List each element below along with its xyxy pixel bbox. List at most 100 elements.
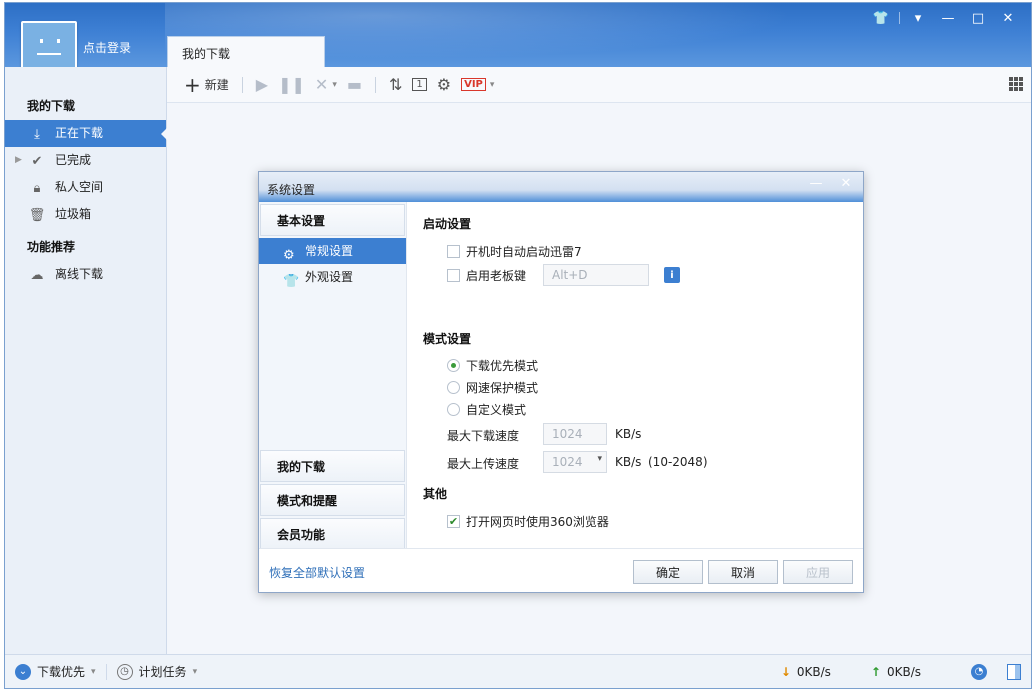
- one-icon: 1: [412, 78, 427, 91]
- download-speed: ↓ 0KB/s: [771, 665, 841, 679]
- max-upload-value: 1024: [552, 455, 583, 469]
- check-icon: ✔: [31, 153, 43, 169]
- chevron-down-icon: ▾: [332, 79, 337, 90]
- autostart-label: 开机时自动启动迅雷7: [466, 245, 582, 259]
- app-window: 👕 ▾ — □ ✕ 点击登录 我的下载 + 新建 ▶ ❚❚ ✕ ▾ ▬ ⇅ 1 ⚙…: [4, 2, 1032, 689]
- settings-button[interactable]: ⚙: [432, 73, 456, 97]
- open-folder-button[interactable]: ▬: [342, 73, 367, 97]
- apply-button[interactable]: 应用: [783, 560, 853, 584]
- browser360-label: 打开网页时使用360浏览器: [466, 515, 609, 529]
- close-icon[interactable]: ✕: [835, 176, 857, 191]
- browser360-option[interactable]: ✔ 打开网页时使用360浏览器: [447, 513, 609, 530]
- mode-option-label: 下载优先模式: [466, 359, 539, 373]
- sidebar-item-label: 已完成: [55, 153, 92, 167]
- dialog-title-bar: 系统设置 — ✕: [259, 172, 863, 202]
- panel-icon: [1007, 663, 1021, 680]
- close-icon[interactable]: ✕: [993, 9, 1023, 27]
- max-upload-unit: KB/s: [615, 455, 642, 469]
- delete-icon: ✕: [314, 75, 329, 94]
- mode-option-label: 网速保护模式: [466, 381, 539, 395]
- gear-icon: ⚙: [436, 75, 452, 94]
- priority-label: 下载优先: [37, 665, 86, 679]
- tab-my-downloads[interactable]: 我的下载: [167, 36, 325, 68]
- new-button[interactable]: + 新建: [179, 73, 234, 97]
- window-controls: 👕 ▾ — □ ✕: [866, 9, 1023, 27]
- chevron-down-icon: ▾: [597, 454, 602, 464]
- mode-download-priority[interactable]: 下载优先模式: [447, 357, 538, 374]
- chevron-down-icon: ▾: [489, 79, 495, 90]
- sidebar-item-offline[interactable]: ☁ 离线下载: [5, 261, 166, 288]
- arrow-up-icon: ↑: [870, 664, 881, 679]
- arrow-down-icon: ↓: [780, 664, 791, 679]
- sidebar-item-completed[interactable]: ▶ ✔ 已完成: [5, 147, 166, 174]
- panel-toggle-button[interactable]: [997, 663, 1031, 680]
- priority-mode-selector[interactable]: ⌄ 下载优先 ▾: [5, 663, 106, 680]
- pause-button[interactable]: ❚❚: [273, 73, 310, 97]
- category-general-settings[interactable]: ⚙ 常规设置: [259, 238, 406, 264]
- sidebar-item-private[interactable]: 🔒︎ 私人空间: [5, 174, 166, 201]
- radio-button[interactable]: [447, 359, 460, 372]
- login-link[interactable]: 点击登录: [83, 39, 131, 56]
- bosskey-option[interactable]: 启用老板键: [447, 267, 526, 284]
- autostart-option[interactable]: 开机时自动启动迅雷7: [447, 243, 582, 260]
- autostart-checkbox[interactable]: [447, 245, 460, 258]
- max-upload-select[interactable]: 1024 ▾: [543, 451, 607, 473]
- max-download-input[interactable]: 1024: [543, 423, 607, 445]
- category-basic[interactable]: 基本设置: [260, 204, 405, 236]
- folder-icon: ▬: [346, 75, 362, 94]
- upload-speed: ↑ 0KB/s: [861, 665, 931, 679]
- shirt-icon: 👕: [283, 274, 300, 289]
- category-mode-reminder[interactable]: 模式和提醒: [260, 484, 405, 516]
- toolbar: + 新建 ▶ ❚❚ ✕ ▾ ▬ ⇅ 1 ⚙ VIP ▾: [167, 67, 1031, 103]
- restore-defaults-link[interactable]: 恢复全部默认设置: [269, 564, 365, 581]
- delete-button[interactable]: ✕ ▾: [310, 73, 342, 97]
- max-download-label: 最大下载速度: [447, 429, 520, 443]
- start-button[interactable]: ▶: [251, 73, 273, 97]
- minimize-icon[interactable]: —: [933, 9, 963, 27]
- sidebar: 我的下载 ⤓ 正在下载 ▶ ✔ 已完成 🔒︎ 私人空间 🗑︎ 垃圾箱 功能推荐 …: [5, 67, 167, 655]
- cancel-button[interactable]: 取消: [708, 560, 778, 584]
- radio-button[interactable]: [447, 381, 460, 394]
- category-my-download[interactable]: 我的下载: [260, 450, 405, 482]
- dialog-footer: 恢复全部默认设置 确定 取消 应用: [259, 548, 863, 592]
- maximize-icon[interactable]: □: [963, 9, 993, 27]
- priority-icon: ⌄: [15, 663, 31, 680]
- chevron-down-icon: ▾: [91, 666, 96, 677]
- vip-button[interactable]: VIP ▾: [456, 73, 499, 97]
- menu-icon[interactable]: ▾: [903, 9, 933, 27]
- sidebar-item-label: 私人空间: [55, 180, 104, 194]
- sidebar-group-title: 功能推荐: [27, 240, 76, 254]
- browser360-checkbox[interactable]: ✔: [447, 515, 460, 528]
- category-appearance-settings[interactable]: 👕 外观设置: [259, 264, 406, 290]
- lock-icon: 🔒︎: [33, 180, 41, 196]
- sort-button[interactable]: ⇅: [384, 73, 407, 97]
- sidebar-item-downloading[interactable]: ⤓ 正在下载: [5, 120, 167, 147]
- dialog-settings-content: 启动设置 开机时自动启动迅雷7 启用老板键 Alt+D i 模式设置 下载优先模…: [419, 202, 859, 550]
- vip-icon: VIP: [461, 78, 486, 91]
- bosskey-checkbox[interactable]: [447, 269, 460, 282]
- ok-button[interactable]: 确定: [633, 560, 703, 584]
- avatar[interactable]: [21, 21, 77, 73]
- schedule-label: 计划任务: [138, 665, 187, 679]
- expand-arrow-icon[interactable]: ▶: [15, 147, 22, 174]
- bosskey-input[interactable]: Alt+D: [543, 264, 649, 286]
- mode-speed-protection[interactable]: 网速保护模式: [447, 379, 538, 396]
- sidebar-item-trash[interactable]: 🗑︎ 垃圾箱: [5, 201, 166, 228]
- category-member[interactable]: 会员功能: [260, 518, 405, 550]
- info-icon[interactable]: i: [664, 267, 680, 283]
- pause-icon: ❚❚: [278, 75, 305, 94]
- download-speed-value: 0KB/s: [796, 664, 831, 679]
- plus-icon: +: [184, 72, 201, 97]
- mode-custom[interactable]: 自定义模式: [447, 401, 526, 418]
- radio-button[interactable]: [447, 403, 460, 416]
- trash-icon: 🗑︎: [28, 207, 46, 223]
- cloud-icon: ☁: [30, 267, 44, 283]
- schedule-selector[interactable]: ◷ 计划任务 ▾: [107, 663, 208, 680]
- max-upload-label: 最大上传速度: [447, 457, 520, 471]
- sidebar-item-label: 正在下载: [55, 126, 104, 140]
- single-task-button[interactable]: 1: [407, 73, 431, 97]
- grid-icon[interactable]: [1009, 77, 1023, 91]
- speed-monitor-button[interactable]: ◔: [961, 663, 997, 680]
- skin-icon[interactable]: 👕: [866, 9, 896, 27]
- minimize-icon[interactable]: —: [805, 176, 827, 191]
